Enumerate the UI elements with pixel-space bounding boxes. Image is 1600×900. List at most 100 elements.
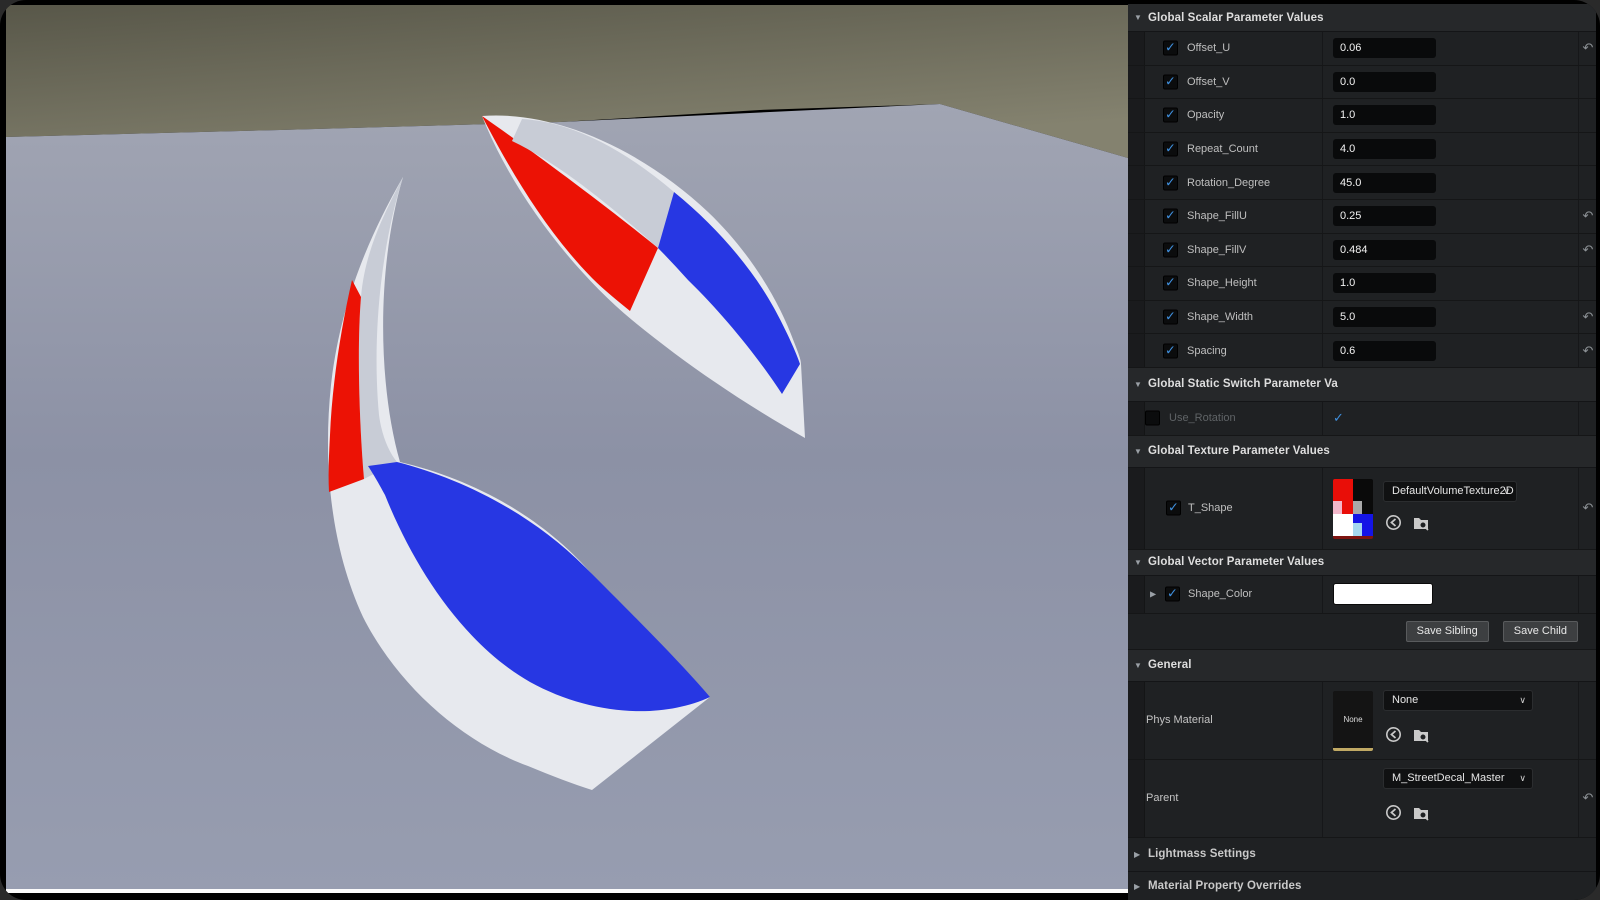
param-checkbox[interactable]: ✓ <box>1163 276 1178 291</box>
indent-strip <box>1128 682 1145 759</box>
param-checkbox[interactable]: ✓ <box>1163 41 1178 56</box>
divider <box>1322 66 1323 99</box>
indent-strip <box>1128 267 1145 300</box>
section-global-texture[interactable]: ▼ Global Texture Parameter Values <box>1128 436 1596 468</box>
section-lightmass-settings[interactable]: ▶ Lightmass Settings <box>1128 838 1596 872</box>
section-title: Global Vector Parameter Values <box>1148 556 1324 568</box>
divider <box>1578 32 1579 65</box>
param-label: Shape_Width <box>1187 311 1253 323</box>
param-checkbox[interactable]: ✓ <box>1163 74 1178 89</box>
param-value-input[interactable]: 0.6 <box>1333 341 1436 361</box>
param-checkbox[interactable]: ✓ <box>1165 587 1180 602</box>
reset-to-default-icon[interactable]: ↶ <box>1580 790 1596 806</box>
param-label: Shape_FillV <box>1187 244 1246 256</box>
expand-arrow-icon[interactable]: ▶ <box>1150 590 1156 599</box>
section-global-scalar[interactable]: ▼ Global Scalar Parameter Values <box>1128 4 1596 32</box>
param-checkbox[interactable]: ✓ <box>1163 209 1178 224</box>
collapse-triangle-icon[interactable]: ▼ <box>1134 380 1148 389</box>
section-title: General <box>1148 659 1192 671</box>
section-general[interactable]: ▼ General <box>1128 650 1596 682</box>
param-value-input[interactable]: 4.0 <box>1333 139 1436 159</box>
param-checkbox[interactable]: ✓ <box>1163 175 1178 190</box>
section-global-static-switch[interactable]: ▼ Global Static Switch Parameter Va <box>1128 368 1596 402</box>
section-title: Global Scalar Parameter Values <box>1148 12 1324 24</box>
browse-to-asset-icon[interactable] <box>1412 514 1430 531</box>
param-value-input[interactable]: 0.06 <box>1333 38 1436 58</box>
param-checkbox[interactable]: ✓ <box>1163 142 1178 157</box>
section-title: Material Property Overrides <box>1148 880 1302 892</box>
divider <box>1322 234 1323 267</box>
param-checkbox[interactable]: ✓ <box>1163 343 1178 358</box>
reset-to-default-icon[interactable]: ↶ <box>1580 309 1596 325</box>
divider <box>1578 166 1579 199</box>
save-sibling-button[interactable]: Save Sibling <box>1406 621 1489 642</box>
color-swatch[interactable] <box>1333 583 1433 605</box>
texture-asset-name: DefaultVolumeTexture2D <box>1392 485 1514 497</box>
check-icon: ✓ <box>1164 108 1177 121</box>
indent-strip <box>1128 133 1145 166</box>
divider <box>1322 576 1323 613</box>
param-row-shape-fillu: ✓ Shape_FillU 0.25 ↶ <box>1128 200 1596 234</box>
texture-asset-dropdown[interactable]: DefaultVolumeTexture2D ∨ <box>1383 481 1517 502</box>
reset-to-default-icon[interactable]: ↶ <box>1580 500 1596 516</box>
collapse-triangle-icon[interactable]: ▼ <box>1134 447 1148 456</box>
parent-material-dropdown[interactable]: M_StreetDecal_Master ∨ <box>1383 768 1533 789</box>
use-selected-asset-icon[interactable] <box>1385 804 1402 821</box>
phys-material-thumb-text: None <box>1333 691 1373 751</box>
param-row-shape-width: ✓ Shape_Width 5.0 ↶ <box>1128 301 1596 335</box>
switch-value-check-icon[interactable]: ✓ <box>1333 410 1344 426</box>
param-value-input[interactable]: 1.0 <box>1333 273 1436 293</box>
param-label: Repeat_Count <box>1187 143 1258 155</box>
asset-action-icons <box>1385 726 1430 743</box>
param-checkbox[interactable]: ✓ <box>1163 310 1178 325</box>
param-row-use-rotation: ✓ Use_Rotation ✓ <box>1128 402 1596 436</box>
divider <box>1322 402 1323 435</box>
use-selected-asset-icon[interactable] <box>1385 726 1402 743</box>
param-checkbox[interactable]: ✓ <box>1166 501 1181 516</box>
divider <box>1322 682 1323 759</box>
check-icon: ✓ <box>1164 209 1177 222</box>
texture-thumbnail[interactable] <box>1333 479 1373 539</box>
divider <box>1322 32 1323 65</box>
param-checkbox[interactable]: ✓ <box>1163 108 1178 123</box>
section-material-property-overrides[interactable]: ▶ Material Property Overrides <box>1128 872 1596 900</box>
material-preview-viewport[interactable] <box>6 5 1128 889</box>
browse-to-asset-icon[interactable] <box>1412 804 1430 821</box>
phys-material-thumbnail[interactable]: None <box>1333 691 1373 751</box>
param-value-input[interactable]: 0.484 <box>1333 240 1436 260</box>
browse-to-asset-icon[interactable] <box>1412 726 1430 743</box>
divider <box>1322 99 1323 132</box>
collapse-triangle-icon[interactable]: ▼ <box>1134 13 1148 22</box>
use-selected-asset-icon[interactable] <box>1385 514 1402 531</box>
param-value-input[interactable]: 5.0 <box>1333 307 1436 327</box>
asset-action-icons <box>1385 804 1430 821</box>
phys-material-dropdown[interactable]: None ∨ <box>1383 690 1533 711</box>
param-row-phys-material: Phys Material None None ∨ <box>1128 682 1596 760</box>
indent-strip <box>1128 32 1145 65</box>
param-checkbox[interactable]: ✓ <box>1145 411 1160 426</box>
param-value-input[interactable]: 1.0 <box>1333 105 1436 125</box>
divider <box>1322 468 1323 549</box>
expand-arrow-icon[interactable]: ▶ <box>1134 882 1148 891</box>
param-row-opacity: ✓ Opacity 1.0 ↶ <box>1128 99 1596 133</box>
param-value-input[interactable]: 0.0 <box>1333 72 1436 92</box>
reset-to-default-icon[interactable]: ↶ <box>1580 242 1596 258</box>
param-value-input[interactable]: 0.25 <box>1333 206 1436 226</box>
save-child-button[interactable]: Save Child <box>1503 621 1578 642</box>
reset-to-default-icon[interactable]: ↶ <box>1580 208 1596 224</box>
param-row-shape-fillv: ✓ Shape_FillV 0.484 ↶ <box>1128 234 1596 268</box>
param-row-spacing: ✓ Spacing 0.6 ↶ <box>1128 334 1596 368</box>
divider <box>1578 200 1579 233</box>
collapse-triangle-icon[interactable]: ▼ <box>1134 558 1148 567</box>
check-icon: ✓ <box>1164 175 1177 188</box>
collapse-triangle-icon[interactable]: ▼ <box>1134 661 1148 670</box>
reset-to-default-icon[interactable]: ↶ <box>1580 343 1596 359</box>
reset-to-default-icon[interactable]: ↶ <box>1580 40 1596 56</box>
divider <box>1322 760 1323 837</box>
window-frame: ▼ Global Scalar Parameter Values ✓ Offse… <box>0 0 1600 900</box>
expand-arrow-icon[interactable]: ▶ <box>1134 850 1148 859</box>
section-global-vector[interactable]: ▼ Global Vector Parameter Values <box>1128 550 1596 576</box>
divider <box>1578 133 1579 166</box>
param-checkbox[interactable]: ✓ <box>1163 242 1178 257</box>
param-value-input[interactable]: 45.0 <box>1333 173 1436 193</box>
